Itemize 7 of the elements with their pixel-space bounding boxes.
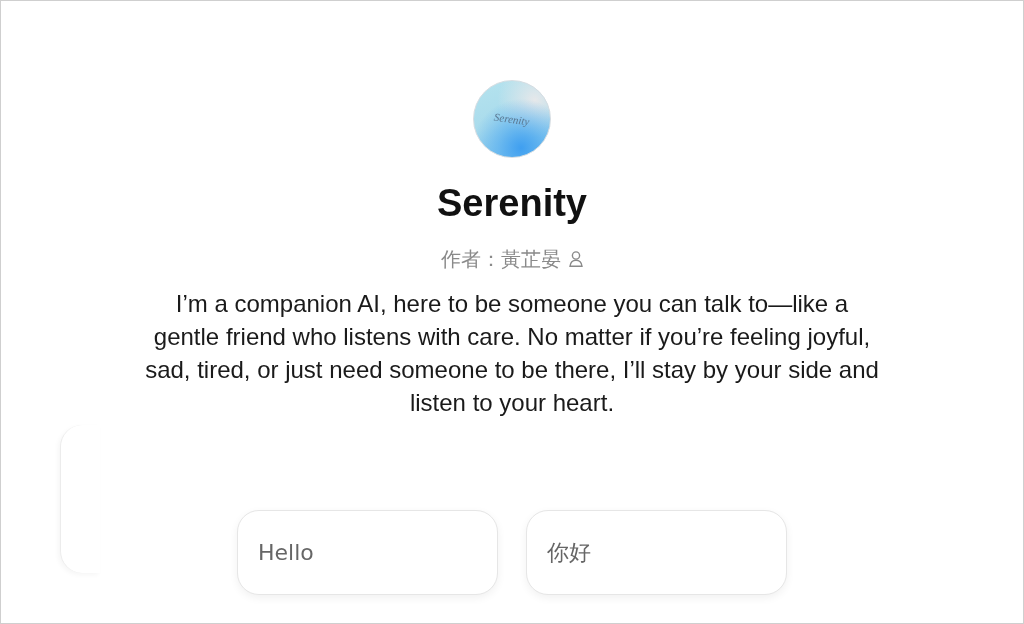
suggestion-button[interactable]: 你好: [526, 510, 787, 595]
agent-name: Serenity: [437, 181, 587, 226]
person-icon: [569, 251, 583, 267]
author-label: 作者：黃芷晏: [441, 246, 561, 273]
suggestion-button[interactable]: Hello: [237, 510, 498, 595]
agent-description: I’m a companion AI, here to be someone you can talk to—like a gentle friend who listens with care. No matter if you’re feeling joyful, sad, tired, or just need someone to be there, I’ll stay by your side and listen to your heart.: [144, 289, 880, 418]
avatar-signature: Serenity: [493, 110, 531, 128]
